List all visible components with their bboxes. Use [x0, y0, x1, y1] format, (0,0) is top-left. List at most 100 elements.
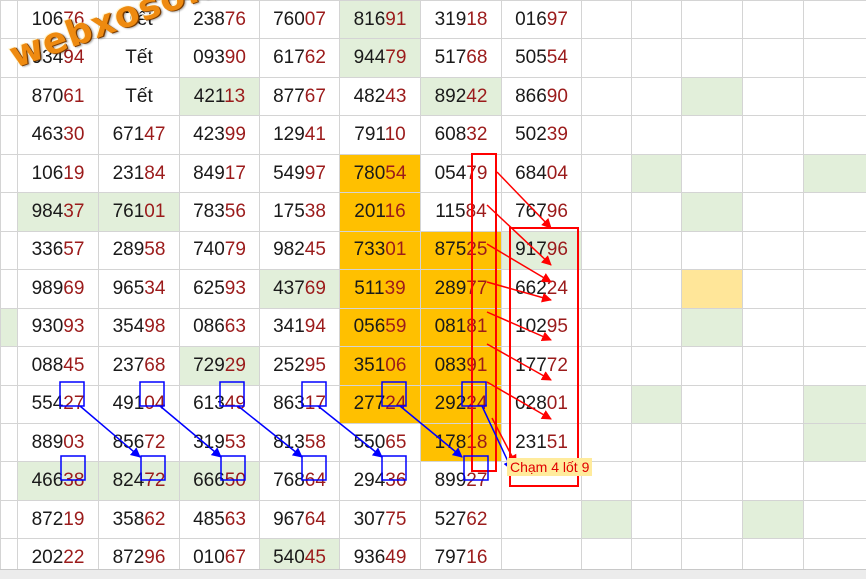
result-cell[interactable]: 17818	[421, 423, 502, 461]
result-cell[interactable]	[502, 462, 582, 500]
result-cell[interactable]: 66650	[180, 462, 260, 500]
result-cell[interactable]: 11584	[421, 193, 502, 231]
result-cell[interactable]: 68404	[502, 154, 582, 192]
empty-cell[interactable]	[804, 308, 866, 346]
result-cell[interactable]: 55427	[18, 385, 99, 423]
result-cell[interactable]: 10676	[18, 1, 99, 39]
result-cell[interactable]: 73301	[340, 231, 421, 269]
empty-cell[interactable]	[582, 347, 632, 385]
empty-cell[interactable]	[743, 39, 804, 77]
result-cell[interactable]: 23876	[180, 1, 260, 39]
result-cell[interactable]: 35862	[99, 500, 180, 538]
empty-cell[interactable]	[1, 423, 18, 461]
result-cell[interactable]: 29224	[421, 385, 502, 423]
result-cell[interactable]: 67147	[99, 116, 180, 154]
empty-cell[interactable]	[743, 500, 804, 538]
empty-cell[interactable]	[743, 462, 804, 500]
result-cell[interactable]: 23151	[502, 423, 582, 461]
empty-cell[interactable]	[632, 385, 682, 423]
result-cell[interactable]: 86690	[502, 77, 582, 115]
result-cell[interactable]: 28958	[99, 231, 180, 269]
empty-cell[interactable]	[1, 154, 18, 192]
empty-cell[interactable]	[632, 423, 682, 461]
result-cell[interactable]: 84917	[180, 154, 260, 192]
result-cell[interactable]: 94479	[340, 39, 421, 77]
result-cell[interactable]	[502, 500, 582, 538]
result-cell[interactable]: 62593	[180, 270, 260, 308]
result-cell[interactable]: 86317	[260, 385, 340, 423]
empty-cell[interactable]	[682, 500, 743, 538]
empty-cell[interactable]	[804, 462, 866, 500]
result-cell[interactable]: 87061	[18, 77, 99, 115]
result-cell[interactable]: 46638	[18, 462, 99, 500]
empty-cell[interactable]	[632, 462, 682, 500]
empty-cell[interactable]	[582, 193, 632, 231]
result-cell[interactable]: 01697	[502, 1, 582, 39]
result-cell[interactable]: 20116	[340, 193, 421, 231]
result-cell[interactable]: 76796	[502, 193, 582, 231]
result-cell[interactable]: 55065	[340, 423, 421, 461]
empty-cell[interactable]	[1, 1, 18, 39]
result-cell[interactable]: 52762	[421, 500, 502, 538]
empty-cell[interactable]	[682, 347, 743, 385]
result-cell[interactable]: 81691	[340, 1, 421, 39]
empty-cell[interactable]	[632, 154, 682, 192]
result-cell[interactable]: 96534	[99, 270, 180, 308]
empty-cell[interactable]	[632, 77, 682, 115]
result-cell[interactable]: 30775	[340, 500, 421, 538]
result-cell[interactable]: 50554	[502, 39, 582, 77]
result-cell[interactable]: 09390	[180, 39, 260, 77]
empty-cell[interactable]	[582, 116, 632, 154]
result-cell[interactable]: 93494	[18, 39, 99, 77]
result-cell[interactable]: 87219	[18, 500, 99, 538]
result-cell[interactable]: 79110	[340, 116, 421, 154]
empty-cell[interactable]	[743, 385, 804, 423]
result-cell[interactable]: 66224	[502, 270, 582, 308]
empty-cell[interactable]	[804, 231, 866, 269]
empty-cell[interactable]	[804, 270, 866, 308]
result-cell[interactable]: 87525	[421, 231, 502, 269]
result-cell[interactable]: 23184	[99, 154, 180, 192]
result-cell[interactable]: 74079	[180, 231, 260, 269]
empty-cell[interactable]	[804, 1, 866, 39]
empty-cell[interactable]	[1, 500, 18, 538]
result-cell[interactable]: 98969	[18, 270, 99, 308]
empty-cell[interactable]	[582, 1, 632, 39]
empty-cell[interactable]	[1, 347, 18, 385]
empty-cell[interactable]	[682, 423, 743, 461]
empty-cell[interactable]	[632, 39, 682, 77]
empty-cell[interactable]	[682, 77, 743, 115]
result-cell[interactable]: 35106	[340, 347, 421, 385]
result-cell[interactable]: 48243	[340, 77, 421, 115]
empty-cell[interactable]	[743, 347, 804, 385]
empty-cell[interactable]	[582, 500, 632, 538]
empty-cell[interactable]	[632, 308, 682, 346]
empty-cell[interactable]	[682, 39, 743, 77]
result-cell[interactable]: 43769	[260, 270, 340, 308]
result-cell[interactable]: 08663	[180, 308, 260, 346]
result-cell[interactable]: 08181	[421, 308, 502, 346]
empty-cell[interactable]	[743, 270, 804, 308]
result-cell[interactable]: 98245	[260, 231, 340, 269]
empty-cell[interactable]	[1, 270, 18, 308]
result-cell[interactable]: 48563	[180, 500, 260, 538]
empty-cell[interactable]	[1, 231, 18, 269]
result-cell[interactable]: 46330	[18, 116, 99, 154]
empty-cell[interactable]	[682, 193, 743, 231]
empty-cell[interactable]	[1, 77, 18, 115]
empty-cell[interactable]	[632, 116, 682, 154]
result-cell[interactable]: 12941	[260, 116, 340, 154]
empty-cell[interactable]	[632, 193, 682, 231]
empty-cell[interactable]	[632, 231, 682, 269]
empty-cell[interactable]	[743, 1, 804, 39]
result-cell[interactable]: 98437	[18, 193, 99, 231]
empty-cell[interactable]	[804, 347, 866, 385]
empty-cell[interactable]	[804, 39, 866, 77]
result-cell[interactable]: 76007	[260, 1, 340, 39]
empty-cell[interactable]	[582, 154, 632, 192]
result-cell[interactable]: Tết	[99, 1, 180, 39]
empty-cell[interactable]	[1, 462, 18, 500]
result-cell[interactable]: 51139	[340, 270, 421, 308]
result-cell[interactable]: 34194	[260, 308, 340, 346]
result-cell[interactable]: 25295	[260, 347, 340, 385]
